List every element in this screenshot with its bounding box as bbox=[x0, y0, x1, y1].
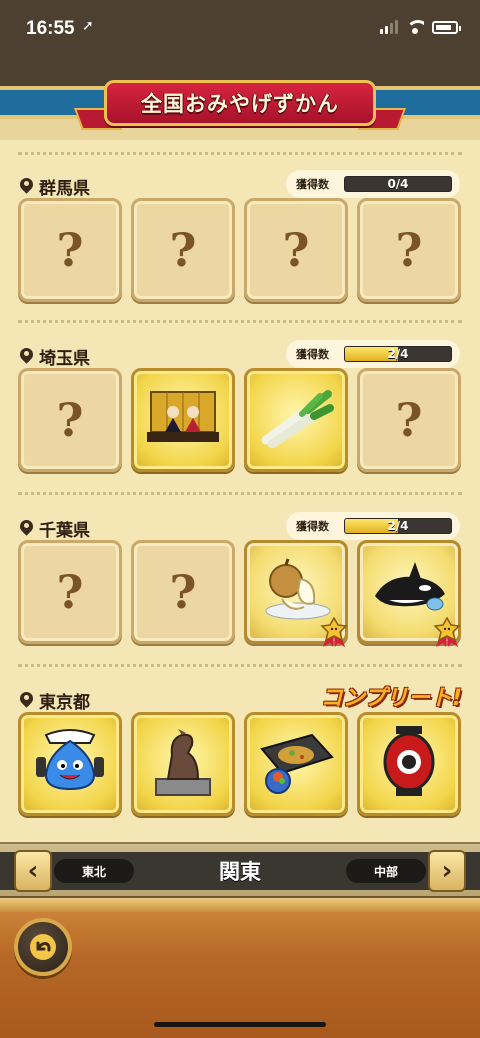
progress-counter: 獲得数 2/4 bbox=[286, 512, 460, 540]
monjayaki-icon bbox=[256, 727, 336, 801]
question-mark: ? bbox=[56, 223, 84, 277]
signal-icon bbox=[380, 20, 398, 34]
prefecture-name: 群馬県 bbox=[39, 179, 90, 199]
slime-maid-icon bbox=[30, 727, 110, 801]
question-mark: ? bbox=[395, 393, 423, 447]
prefecture-header: 群馬県 bbox=[20, 174, 90, 199]
progress-bar: 2/4 bbox=[344, 518, 452, 534]
souvenir-tile-hina-doll[interactable] bbox=[131, 368, 235, 472]
question-mark: ? bbox=[56, 565, 84, 619]
progress-counter: 獲得数 2/4 bbox=[286, 340, 460, 368]
complete-badge: コンプリート! bbox=[320, 686, 462, 711]
question-mark: ? bbox=[282, 223, 310, 277]
souvenir-tile-locked[interactable]: ? bbox=[18, 198, 122, 302]
divider bbox=[18, 492, 462, 495]
tile-row: ?? bbox=[18, 368, 461, 472]
progress-label: 獲得数 bbox=[296, 178, 329, 191]
souvenir-tile-locked[interactable]: ? bbox=[131, 198, 235, 302]
prev-region-label[interactable]: 東北 bbox=[54, 859, 134, 883]
souvenir-tile-pear[interactable] bbox=[244, 540, 348, 647]
question-mark: ? bbox=[395, 223, 423, 277]
header: 全国おみやげずかん bbox=[0, 62, 480, 140]
next-region-label[interactable]: 中部 bbox=[346, 859, 426, 883]
chevron-left-icon: ‹ bbox=[27, 856, 39, 886]
location-pin-icon bbox=[20, 692, 33, 709]
progress-bar: 0/4 bbox=[344, 176, 452, 192]
next-region-button[interactable]: › bbox=[428, 850, 466, 892]
page-title: 全国おみやげずかん bbox=[141, 92, 339, 116]
region-nav: ‹ 東北 関東 中部 › bbox=[0, 842, 480, 898]
progress-counter: 獲得数 0/4 bbox=[286, 170, 460, 198]
souvenir-tile-hachiko-statue[interactable] bbox=[131, 712, 235, 816]
souvenir-tile-locked[interactable]: ? bbox=[357, 198, 461, 302]
souvenir-tile-monjayaki[interactable] bbox=[244, 712, 348, 816]
souvenir-tile-green-onion[interactable] bbox=[244, 368, 348, 472]
prefecture-name: 東京都 bbox=[39, 693, 90, 713]
progress-text: 2/4 bbox=[387, 347, 409, 361]
souvenir-tile-locked[interactable]: ? bbox=[357, 368, 461, 472]
question-mark: ? bbox=[56, 393, 84, 447]
souvenir-tile-locked[interactable]: ? bbox=[244, 198, 348, 302]
battery-icon bbox=[432, 20, 461, 34]
divider bbox=[18, 152, 462, 155]
divider bbox=[18, 664, 462, 667]
divider bbox=[18, 320, 462, 323]
status-time: 16:55 bbox=[26, 18, 75, 39]
location-pin-icon bbox=[20, 178, 33, 195]
progress-bar: 2/4 bbox=[344, 346, 452, 362]
lantern-icon bbox=[378, 724, 440, 804]
progress-text: 0/4 bbox=[387, 177, 409, 191]
tile-row: ?? bbox=[18, 540, 461, 647]
orca-icon bbox=[369, 560, 449, 624]
souvenir-tile-slime-maid[interactable] bbox=[18, 712, 122, 816]
current-region: 関東 bbox=[219, 860, 261, 884]
prev-region-button[interactable]: ‹ bbox=[14, 850, 52, 892]
prefecture-header: 埼玉県 bbox=[20, 344, 90, 369]
back-button[interactable] bbox=[14, 918, 72, 976]
souvenir-tile-orca[interactable] bbox=[357, 540, 461, 647]
location-arrow-icon: ➚ bbox=[82, 18, 94, 34]
title-banner: 全国おみやげずかん bbox=[104, 80, 376, 126]
chevron-right-icon: › bbox=[441, 856, 453, 886]
progress-text: 2/4 bbox=[387, 519, 409, 533]
home-indicator[interactable] bbox=[154, 1022, 326, 1027]
prefecture-name: 千葉県 bbox=[39, 521, 90, 541]
wifi-icon bbox=[406, 20, 424, 34]
prefecture-header: 千葉県 bbox=[20, 516, 90, 541]
souvenir-tile-locked[interactable]: ? bbox=[18, 540, 122, 644]
location-pin-icon bbox=[20, 348, 33, 365]
tile-row bbox=[18, 712, 461, 816]
progress-label: 獲得数 bbox=[296, 520, 329, 533]
souvenir-list[interactable]: 群馬県 獲得数 0/4 ???? 埼玉県 獲得数 2/4 ?? 千葉県 獲得数 … bbox=[0, 140, 480, 842]
status-bar: 16:55 ➚ bbox=[0, 0, 480, 62]
tile-row: ???? bbox=[18, 198, 461, 302]
souvenir-tile-locked[interactable]: ? bbox=[18, 368, 122, 472]
location-pin-icon bbox=[20, 520, 33, 537]
question-mark: ? bbox=[169, 565, 197, 619]
souvenir-tile-locked[interactable]: ? bbox=[131, 540, 235, 644]
footer bbox=[0, 898, 480, 1038]
prefecture-header: 東京都 bbox=[20, 688, 90, 713]
hachiko-statue-icon bbox=[148, 725, 218, 803]
souvenir-tile-lantern[interactable] bbox=[357, 712, 461, 816]
green-onion-icon bbox=[258, 388, 334, 452]
return-arrow-icon bbox=[30, 934, 56, 960]
hina-doll-icon bbox=[145, 388, 221, 452]
progress-label: 獲得数 bbox=[296, 348, 329, 361]
status-icons bbox=[380, 20, 461, 34]
question-mark: ? bbox=[169, 223, 197, 277]
prefecture-name: 埼玉県 bbox=[39, 349, 90, 369]
